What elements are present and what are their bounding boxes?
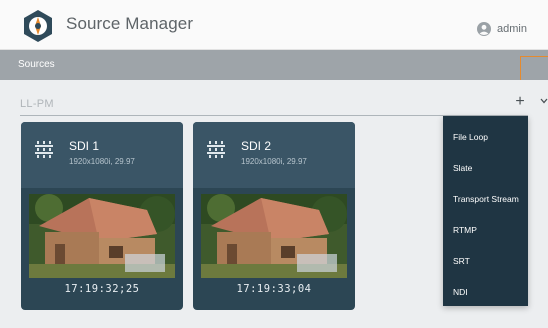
sdi-connector-icon bbox=[207, 141, 225, 158]
source-group-header: LL-PM + bbox=[0, 92, 548, 116]
menu-item-file-loop[interactable]: File Loop bbox=[453, 132, 488, 142]
source-card-header: SDI 1 1920x1080i, 29.97 bbox=[21, 122, 183, 188]
app-title: Source Manager bbox=[66, 14, 194, 33]
app-logo-icon bbox=[24, 10, 52, 42]
menu-item-srt[interactable]: SRT bbox=[453, 256, 470, 266]
menu-anchor-marker bbox=[520, 56, 548, 80]
source-timecode: 17:19:32;25 bbox=[64, 283, 140, 295]
source-preview-thumbnail bbox=[29, 194, 175, 278]
source-name: SDI 2 bbox=[241, 139, 272, 153]
menu-item-slate[interactable]: Slate bbox=[453, 163, 472, 173]
user-menu[interactable]: admin bbox=[477, 21, 527, 37]
menu-item-transport-stream[interactable]: Transport Stream bbox=[453, 194, 519, 204]
top-bar: Source Manager admin bbox=[0, 0, 548, 50]
source-card-sdi-1[interactable]: SDI 1 1920x1080i, 29.97 17:19:32;25 bbox=[21, 122, 183, 310]
chevron-down-icon[interactable] bbox=[540, 96, 548, 106]
add-source-button[interactable]: + bbox=[512, 93, 528, 111]
source-format: 1920x1080i, 29.97 bbox=[241, 157, 307, 166]
source-card-header: SDI 2 1920x1080i, 29.97 bbox=[193, 122, 355, 188]
source-card-sdi-2[interactable]: SDI 2 1920x1080i, 29.97 17:19:33;04 bbox=[193, 122, 355, 310]
add-source-menu: File Loop Slate Transport Stream RTMP SR… bbox=[443, 116, 528, 306]
source-format: 1920x1080i, 29.97 bbox=[69, 157, 135, 166]
user-avatar-icon bbox=[477, 22, 491, 36]
group-name: LL-PM bbox=[20, 98, 54, 110]
source-timecode: 17:19:33;04 bbox=[236, 283, 312, 295]
sources-header-bar: Sources bbox=[0, 50, 548, 80]
sdi-connector-icon bbox=[35, 141, 53, 158]
user-name: admin bbox=[497, 23, 527, 35]
source-preview-thumbnail bbox=[201, 194, 347, 278]
menu-item-ndi[interactable]: NDI bbox=[453, 287, 468, 297]
sources-title: Sources bbox=[18, 59, 55, 70]
menu-item-rtmp[interactable]: RTMP bbox=[453, 225, 477, 235]
source-name: SDI 1 bbox=[69, 139, 100, 153]
